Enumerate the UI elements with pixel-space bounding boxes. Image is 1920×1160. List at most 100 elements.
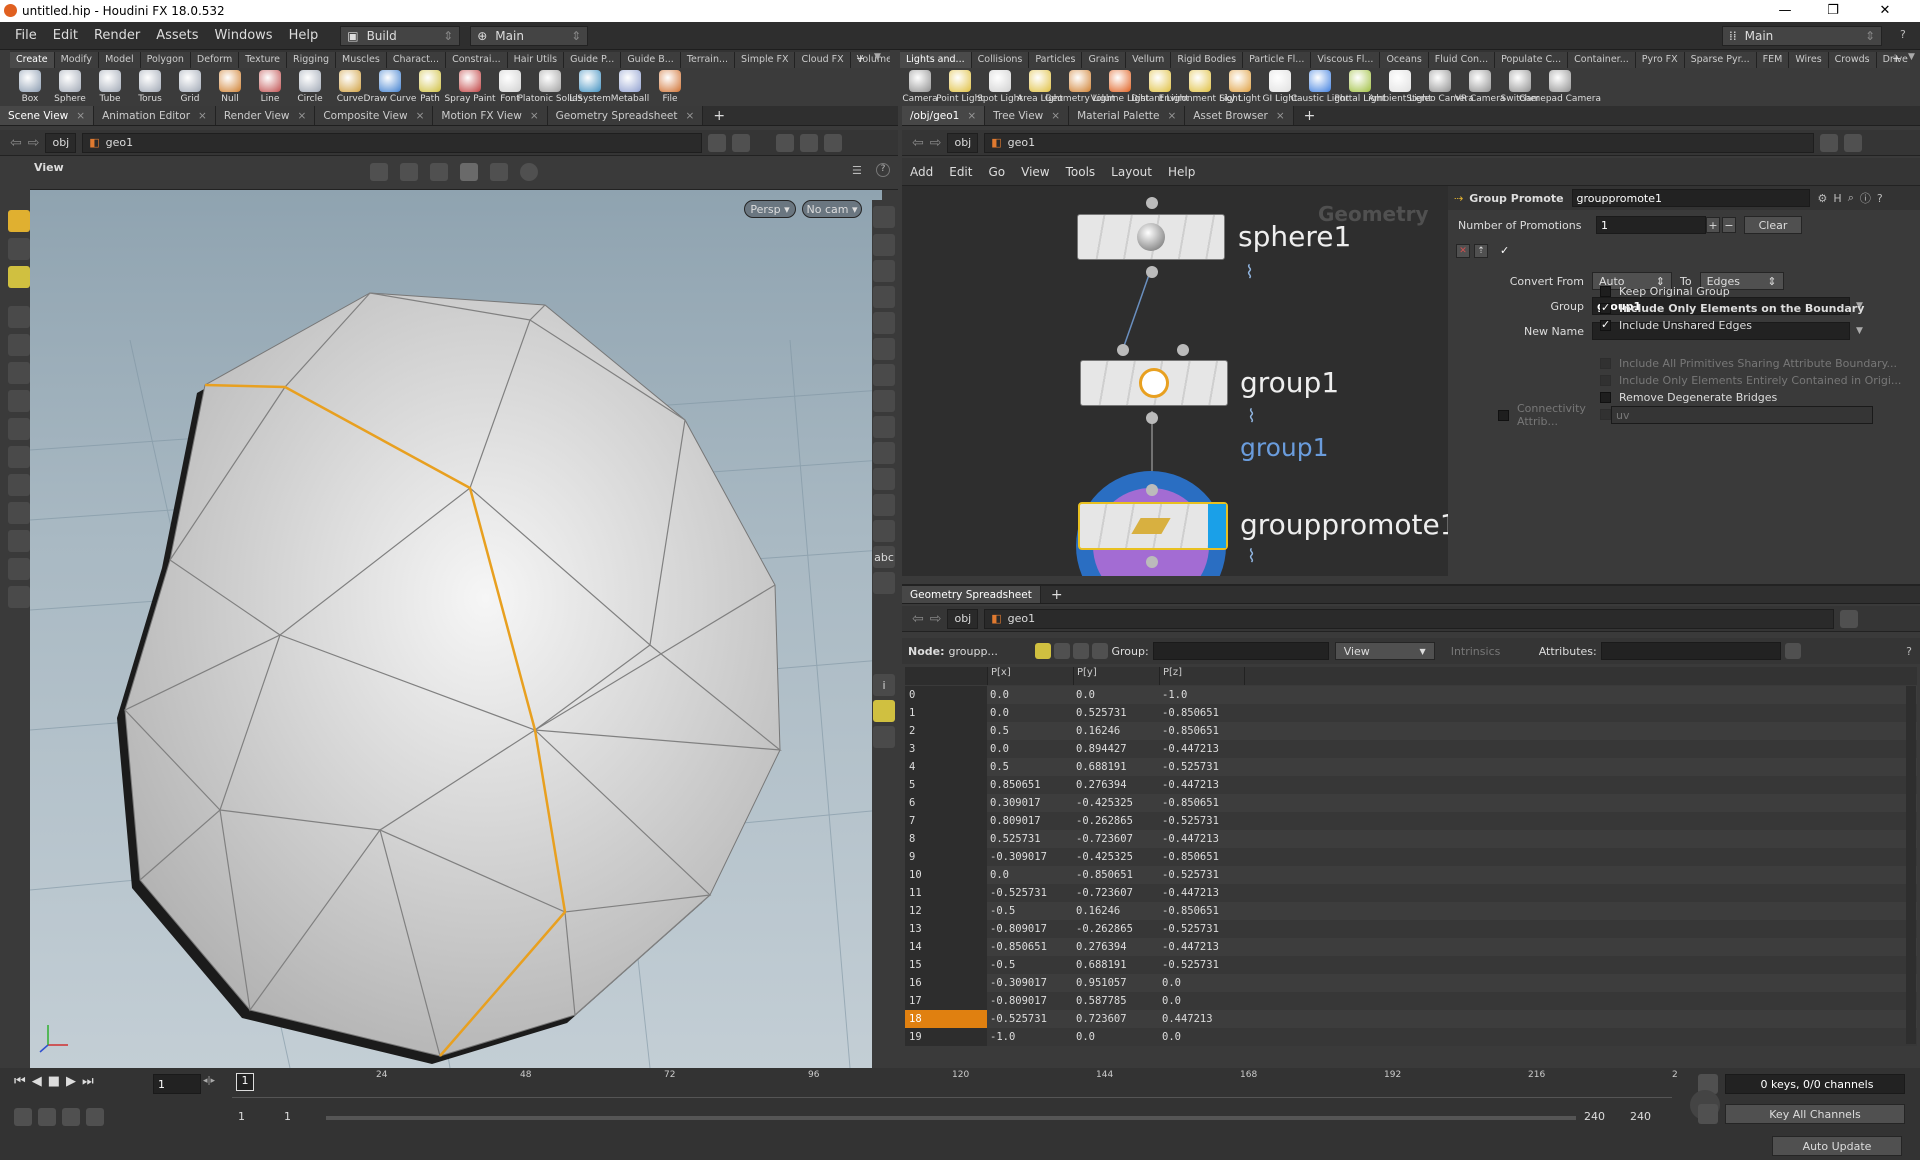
detail-mode-icon[interactable] <box>1091 643 1108 659</box>
close-tab-icon[interactable]: × <box>967 110 976 122</box>
stop-icon[interactable]: ■ <box>48 1074 60 1089</box>
table-row[interactable]: 19 -1.0 0.0 0.0 <box>905 1028 1917 1046</box>
main-desktop-select[interactable]: ⊕ Main ⇕ <box>470 25 589 46</box>
close-tab-icon[interactable]: × <box>686 110 695 122</box>
view-tool-icon[interactable] <box>460 163 478 181</box>
menu-windows[interactable]: Windows <box>207 28 281 43</box>
input-connector[interactable] <box>1146 197 1158 209</box>
loop-icon[interactable] <box>62 1108 80 1126</box>
shelf-tab-modify[interactable]: Modify <box>54 52 100 68</box>
clock-icon[interactable] <box>86 1108 104 1126</box>
tab-material-palette[interactable]: Material Palette × <box>1069 106 1186 125</box>
shelf-tool-spray-paint[interactable]: Spray Paint <box>444 68 496 104</box>
shelf-tool-environment-light[interactable]: Environment Light <box>1159 68 1241 104</box>
shelf-tab-fem[interactable]: FEM <box>1756 52 1790 68</box>
paint-select-icon[interactable] <box>8 266 30 288</box>
output-connector[interactable] <box>1146 412 1158 424</box>
snap-curve-icon[interactable] <box>8 558 30 580</box>
back-icon[interactable]: ⇦ <box>912 135 924 151</box>
select-tool-icon[interactable] <box>370 163 388 181</box>
shelf-tool-camera[interactable]: Camera <box>900 68 940 104</box>
number-icon[interactable] <box>873 468 895 490</box>
path-obj[interactable]: obj <box>45 132 77 153</box>
network-editor[interactable]: Geometry sphere1 ⌇ group1 ⌇ group1 group… <box>902 186 1448 576</box>
snapshot-icon[interactable] <box>490 163 508 181</box>
shelf-tab-simple-fx[interactable]: Simple FX <box>735 52 796 68</box>
normal-icon[interactable] <box>873 416 895 438</box>
table-row[interactable]: 3 0.0 0.894427 -0.447213 <box>905 740 1917 758</box>
shelf-tab-rigid-bodies[interactable]: Rigid Bodies <box>1171 52 1244 68</box>
background-icon[interactable] <box>873 494 895 516</box>
close-tab-icon[interactable]: × <box>530 110 539 122</box>
image-icon[interactable] <box>873 572 895 594</box>
network-menu-help[interactable]: Help <box>1160 165 1203 179</box>
shelf-tab-vellum[interactable]: Vellum <box>1126 52 1172 68</box>
help-icon[interactable]: ? <box>876 163 890 177</box>
snap-point-icon[interactable] <box>8 530 30 552</box>
record-icon[interactable] <box>520 163 538 181</box>
viewport[interactable]: Persp ▾ No cam ▾ <box>30 190 882 1068</box>
snap-icon[interactable] <box>8 474 30 496</box>
primitives-mode-icon[interactable] <box>1072 643 1089 659</box>
close-button[interactable]: ✕ <box>1862 0 1908 22</box>
shelf-tool-tube[interactable]: Tube <box>90 68 130 104</box>
layout-icon[interactable] <box>776 133 795 152</box>
node-grouppromote1[interactable] <box>1078 502 1228 550</box>
tab-tree-view[interactable]: Tree View × <box>985 106 1070 125</box>
shelf-tool-gamepad-camera[interactable]: Gamepad Camera <box>1519 68 1601 104</box>
rotate-icon[interactable] <box>8 418 30 440</box>
forward-icon[interactable]: ⇨ <box>930 611 942 627</box>
connectivity-field[interactable]: uv <box>1611 406 1873 424</box>
tab-geometry-spreadsheet[interactable]: Geometry Spreadsheet <box>902 586 1041 603</box>
path-geo1[interactable]: ◧ geo1 <box>984 608 1835 629</box>
table-row[interactable]: 2 0.5 0.16246 -0.850651 <box>905 722 1917 740</box>
add-shelf-icon[interactable]: + <box>856 52 865 65</box>
col-pz[interactable]: P[z] <box>1159 667 1245 685</box>
tab-composite-view[interactable]: Composite View × <box>315 106 434 125</box>
shelf-menu-icon[interactable]: ▼ <box>874 52 881 62</box>
ghost-icon[interactable] <box>873 234 895 256</box>
tab-asset-browser[interactable]: Asset Browser × <box>1185 106 1294 125</box>
back-icon[interactable]: ⇦ <box>10 135 22 151</box>
path-obj[interactable]: obj <box>947 608 979 629</box>
add-shelf-icon[interactable]: + <box>1892 52 1901 65</box>
col-py[interactable]: P[y] <box>1073 667 1159 685</box>
option-checkbox[interactable] <box>1600 318 1611 331</box>
table-row[interactable]: 14 -0.850651 0.276394 -0.447213 <box>905 938 1917 956</box>
split-icon[interactable] <box>800 133 819 152</box>
close-tab-icon[interactable]: × <box>76 110 85 122</box>
col-px[interactable]: P[x] <box>987 667 1073 685</box>
back-icon[interactable]: ⇦ <box>912 611 924 627</box>
help-icon[interactable]: ? <box>1906 645 1912 658</box>
table-row[interactable]: 7 0.809017 -0.262865 -0.525731 <box>905 812 1917 830</box>
shelf-tab-particles[interactable]: Particles <box>1029 52 1083 68</box>
menu-help[interactable]: Help <box>281 28 327 43</box>
shelf-tab-polygon[interactable]: Polygon <box>140 52 191 68</box>
points-mode-icon[interactable] <box>1034 643 1051 659</box>
shelf-tab-collisions[interactable]: Collisions <box>971 52 1030 68</box>
shelf-tool-l-system[interactable]: L-System <box>569 68 611 104</box>
node-name-field[interactable]: grouppromote1 <box>1571 189 1810 207</box>
network-menu-go[interactable]: Go <box>980 165 1013 179</box>
add-tab-icon[interactable]: + <box>713 108 725 124</box>
shelf-tab-charact[interactable]: Charact... <box>386 52 447 68</box>
shelf-tool-null[interactable]: Null <box>210 68 250 104</box>
close-tab-icon[interactable]: × <box>198 110 207 122</box>
input-connector[interactable] <box>1117 344 1129 356</box>
attributes-filter-field[interactable] <box>1600 642 1781 660</box>
delete-icon[interactable]: ✕ <box>1456 244 1470 258</box>
tab-render-view[interactable]: Render View × <box>215 106 316 125</box>
step-back-icon[interactable]: ◀ <box>32 1074 42 1089</box>
range-slider[interactable] <box>326 1116 1576 1120</box>
pin-icon[interactable] <box>1840 609 1859 628</box>
output-connector[interactable] <box>1146 556 1158 568</box>
shelf-tab-pyro-fx[interactable]: Pyro FX <box>1635 52 1685 68</box>
help-icon[interactable]: ? <box>1877 192 1883 205</box>
transform-icon[interactable] <box>8 390 30 412</box>
snap-multi-icon[interactable] <box>8 586 30 608</box>
table-row[interactable]: 17 -0.809017 0.587785 0.0 <box>905 992 1917 1010</box>
snap-grid-icon[interactable] <box>8 502 30 524</box>
pin-icon[interactable] <box>708 133 727 152</box>
text-abc-icon[interactable]: abc <box>873 546 895 568</box>
option-checkbox[interactable] <box>1600 301 1611 314</box>
